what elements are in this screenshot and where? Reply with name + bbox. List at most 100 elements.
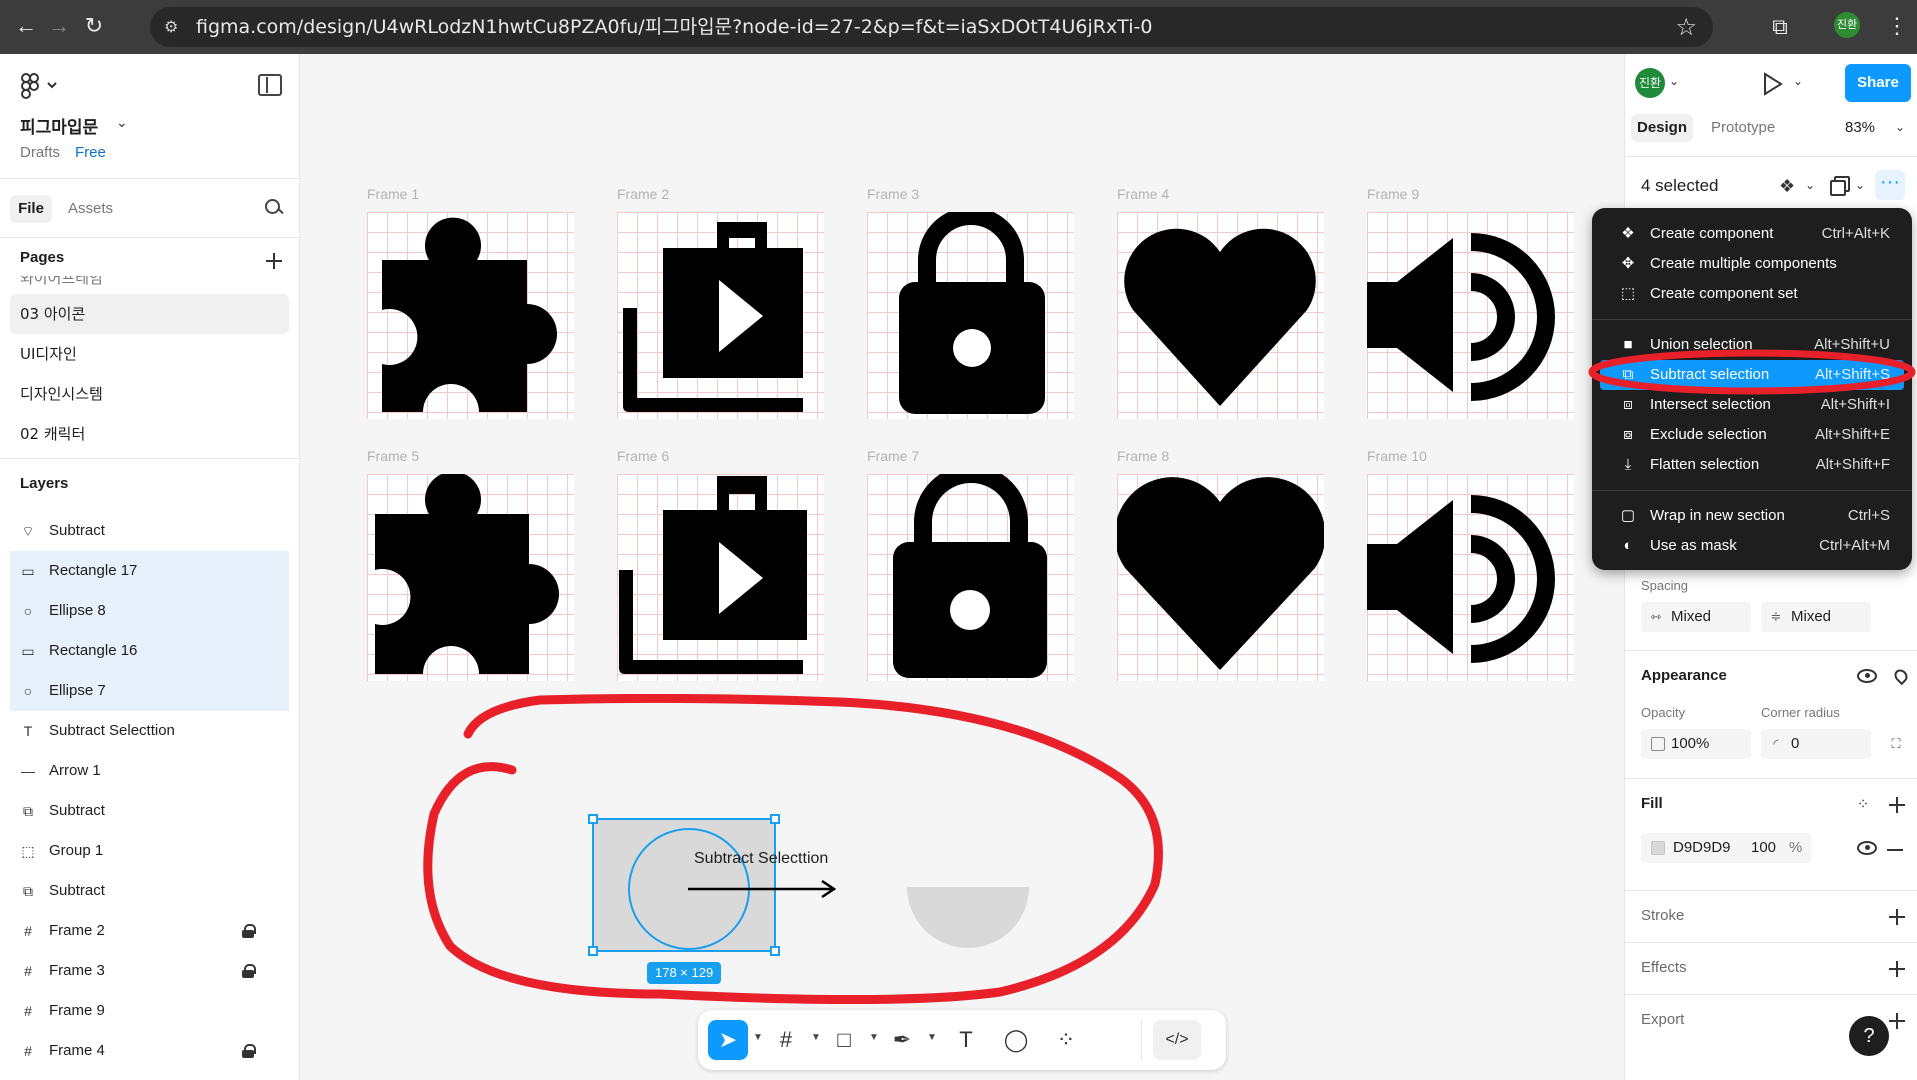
independent-corners-icon[interactable]: ⛶ xyxy=(1889,737,1903,751)
browser-menu-icon[interactable]: ⋮ xyxy=(1886,11,1908,41)
toggle-sidebar-icon[interactable] xyxy=(258,74,282,96)
frame-tool-icon[interactable]: # xyxy=(766,1020,806,1060)
page-item-character[interactable]: 02 캐릭터 xyxy=(0,414,299,454)
layer-row[interactable]: ⌔ Subtract xyxy=(0,511,299,551)
menu-item-create-component[interactable]: ❖ Create component Ctrl+Alt+K xyxy=(1600,219,1904,249)
create-component-icon[interactable]: ❖ xyxy=(1779,176,1795,197)
page-item-design-system[interactable]: 디자인시스템 xyxy=(0,374,299,414)
tab-design[interactable]: Design xyxy=(1631,114,1693,142)
address-bar[interactable]: ⚙ figma.com/design/U4wRLodzN1hwtCu8PZA0f… xyxy=(150,7,1713,47)
resize-handle-bottom-right[interactable] xyxy=(770,946,780,956)
corner-radius-field[interactable]: ◜ 0 xyxy=(1761,729,1871,759)
frame-label[interactable]: Frame 4 xyxy=(1117,186,1169,202)
design-canvas[interactable]: Frame 1 Frame 2 Frame 3 Frame 4 Frame 9 … xyxy=(300,54,1624,1080)
vertical-spacing-field[interactable]: ≑ Mixed xyxy=(1761,602,1871,632)
rectangle-tool-icon[interactable]: □ xyxy=(824,1020,864,1060)
move-tool-chevron-icon[interactable]: ▼ xyxy=(753,1032,763,1043)
boolean-ops-icon[interactable] xyxy=(1830,176,1850,196)
layer-row[interactable]: ⬚ Group 1 xyxy=(0,831,299,871)
page-item-icons[interactable]: 03 아이콘 xyxy=(10,294,289,334)
fill-visibility-eye-icon[interactable] xyxy=(1857,841,1877,855)
layer-row[interactable]: # Frame 9 xyxy=(0,991,299,1031)
plan-badge[interactable]: Free xyxy=(75,144,106,161)
resize-handle-top-left[interactable] xyxy=(588,814,598,824)
menu-item-wrap-in-new-section[interactable]: ▢ Wrap in new section Ctrl+S xyxy=(1600,501,1904,531)
frame-label[interactable]: Frame 1 xyxy=(367,186,419,202)
drafts-link[interactable]: Drafts xyxy=(20,144,60,161)
forward-icon[interactable]: → xyxy=(45,12,73,40)
frame-1[interactable] xyxy=(367,212,574,419)
actions-tool-icon[interactable]: ⁘ xyxy=(1046,1020,1086,1060)
layer-row[interactable]: ▭ Rectangle 17 xyxy=(10,551,289,591)
frame-5[interactable] xyxy=(367,474,574,681)
pen-tool-chevron-icon[interactable]: ▼ xyxy=(927,1032,937,1043)
file-name[interactable]: 피그마입문 xyxy=(20,113,98,138)
menu-item-use-as-mask[interactable]: ◐ Use as mask Ctrl+Alt+M xyxy=(1600,531,1904,561)
layer-row[interactable]: # Frame 2 xyxy=(0,911,299,951)
user-avatar[interactable]: 진환 xyxy=(1635,68,1665,98)
visibility-eye-icon[interactable] xyxy=(1857,669,1877,683)
frame-9[interactable] xyxy=(1367,212,1574,419)
frame-label[interactable]: Frame 5 xyxy=(367,448,419,464)
extensions-icon[interactable]: ⧉ xyxy=(1765,12,1795,42)
shape-tool-chevron-icon[interactable]: ▼ xyxy=(869,1032,879,1043)
layer-row[interactable]: ⧉ Subtract xyxy=(0,791,299,831)
boolean-chevron-icon[interactable]: ⌄ xyxy=(1855,178,1865,192)
frame-label[interactable]: Frame 9 xyxy=(1367,186,1419,202)
frame-label[interactable]: Frame 6 xyxy=(617,448,669,464)
figma-menu[interactable] xyxy=(20,72,90,102)
resize-handle-bottom-left[interactable] xyxy=(588,946,598,956)
file-menu-chevron-icon[interactable]: ⌄ xyxy=(116,114,128,131)
layer-row[interactable]: ⧉ Subtract xyxy=(0,871,299,911)
back-icon[interactable]: ← xyxy=(12,12,40,40)
frame-label[interactable]: Frame 8 xyxy=(1117,448,1169,464)
site-settings-icon[interactable]: ⚙ xyxy=(164,17,184,37)
component-chevron-icon[interactable]: ⌄ xyxy=(1805,178,1815,192)
page-item-ui-design[interactable]: UI디자인 xyxy=(0,334,299,374)
fill-styles-grid-icon[interactable]: ⁘ xyxy=(1855,797,1871,813)
layer-row[interactable]: ○ Ellipse 7 xyxy=(10,671,289,711)
layer-row[interactable]: ▭ Rectangle 16 xyxy=(10,631,289,671)
horizontal-spacing-field[interactable]: ⇿ Mixed xyxy=(1641,602,1751,632)
frame-3[interactable] xyxy=(867,212,1074,419)
move-tool-icon[interactable]: ➤ xyxy=(708,1020,748,1060)
more-options-button[interactable]: ··· xyxy=(1875,170,1905,200)
lock-icon[interactable] xyxy=(242,964,256,979)
frame-4[interactable] xyxy=(1117,212,1324,419)
layer-row[interactable]: — Arrow 1 xyxy=(0,751,299,791)
present-chevron-icon[interactable]: ⌄ xyxy=(1793,74,1803,88)
present-play-icon[interactable] xyxy=(1761,70,1785,98)
menu-item-flatten-selection[interactable]: ⤓ Flatten selection Alt+Shift+F xyxy=(1600,450,1904,480)
layer-row[interactable]: # Frame 4 xyxy=(0,1031,299,1071)
share-button[interactable]: Share xyxy=(1845,64,1911,102)
lock-icon[interactable] xyxy=(242,924,256,939)
menu-item-exclude-selection[interactable]: ⧇ Exclude selection Alt+Shift+E xyxy=(1600,420,1904,450)
frame-6[interactable] xyxy=(617,474,824,681)
frame-tool-chevron-icon[interactable]: ▼ xyxy=(811,1032,821,1043)
frame-label[interactable]: Frame 2 xyxy=(617,186,669,202)
tab-file[interactable]: File xyxy=(10,195,52,223)
add-effect-icon[interactable] xyxy=(1888,960,1906,978)
layer-row[interactable]: T Subtract Selecttion xyxy=(0,711,299,751)
comment-tool-icon[interactable]: ◯ xyxy=(996,1020,1036,1060)
frame-2[interactable] xyxy=(617,212,824,419)
zoom-chevron-icon[interactable]: ⌄ xyxy=(1895,120,1905,134)
dev-mode-icon[interactable]: </> xyxy=(1153,1020,1201,1060)
add-page-icon[interactable] xyxy=(265,252,283,270)
user-menu-chevron-icon[interactable]: ⌄ xyxy=(1669,74,1679,88)
zoom-level[interactable]: 83% xyxy=(1845,114,1875,142)
add-export-icon[interactable] xyxy=(1888,1012,1906,1030)
frame-label[interactable]: Frame 10 xyxy=(1367,448,1427,464)
help-button[interactable]: ? xyxy=(1849,1016,1889,1056)
fill-swatch[interactable] xyxy=(1651,841,1665,855)
tab-assets[interactable]: Assets xyxy=(68,195,113,223)
text-tool-icon[interactable]: T xyxy=(946,1020,986,1060)
menu-item-create-component-set[interactable]: ⬚ Create component set xyxy=(1600,279,1904,309)
remove-fill-icon[interactable] xyxy=(1887,849,1903,851)
subtract-selection-text[interactable]: Subtract Selecttion xyxy=(694,850,828,868)
layer-row[interactable]: # Frame 3 xyxy=(0,951,299,991)
frame-10[interactable] xyxy=(1367,474,1574,681)
frame-label[interactable]: Frame 3 xyxy=(867,186,919,202)
lock-icon[interactable] xyxy=(242,1044,256,1059)
pen-tool-icon[interactable]: ✒ xyxy=(882,1020,922,1060)
